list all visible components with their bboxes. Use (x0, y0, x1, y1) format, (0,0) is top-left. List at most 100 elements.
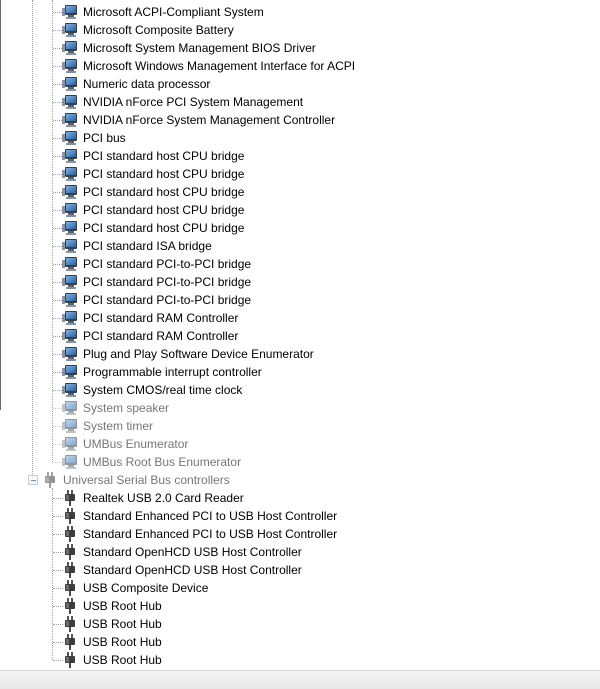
system-device-icon (62, 23, 78, 37)
device-label: USB Root Hub (83, 653, 162, 667)
system-device-icon (62, 329, 78, 343)
tree-connector (53, 624, 63, 625)
tree-connector (53, 282, 62, 283)
device-label: UMBus Enumerator (83, 437, 189, 451)
usb-plug-icon (64, 562, 76, 578)
tree-connector (53, 210, 62, 211)
system-device-icon (62, 293, 78, 307)
system-device-icon (62, 419, 78, 433)
device-label: System timer (83, 419, 154, 433)
tree-connector-root (32, 0, 33, 478)
tree-connector (53, 174, 62, 175)
system-device-icon (62, 167, 78, 181)
tree-connector-system (52, 0, 53, 462)
device-label: PCI standard host CPU bridge (83, 203, 245, 217)
device-label: Standard OpenHCD USB Host Controller (83, 563, 302, 577)
system-device-icon (62, 347, 78, 361)
tree-connector (53, 156, 62, 157)
device-label: PCI bus (83, 131, 126, 145)
tree-connector (53, 426, 62, 427)
device-label: UMBus Root Bus Enumerator (83, 455, 242, 469)
tree-connector (53, 228, 62, 229)
system-device-icon (62, 5, 78, 19)
tree-connector (53, 12, 62, 13)
device-label: Microsoft System Management BIOS Driver (83, 41, 316, 55)
system-device-icon (62, 275, 78, 289)
device-label: NVIDIA nForce PCI System Management (83, 95, 304, 109)
tree-connector (53, 534, 63, 535)
tree-connector (53, 102, 62, 103)
system-device-icon (62, 311, 78, 325)
device-label: PCI standard PCI-to-PCI bridge (83, 293, 252, 307)
usb-plug-icon (64, 652, 76, 668)
tree-connector (53, 84, 62, 85)
tree-connector (53, 246, 62, 247)
usb-plug-icon (64, 544, 76, 560)
device-label: PCI standard RAM Controller (83, 329, 239, 343)
tree-connector (53, 48, 62, 49)
device-label: System CMOS/real time clock (83, 383, 243, 397)
device-label: NVIDIA nForce System Management Controll… (83, 113, 336, 127)
device-label: Numeric data processor (83, 77, 211, 91)
horizontal-scrollbar[interactable] (0, 670, 600, 689)
system-device-icon (62, 113, 78, 127)
system-device-icon (62, 365, 78, 379)
device-label: USB Root Hub (83, 599, 162, 613)
tree-connector (53, 300, 62, 301)
system-device-icon (62, 149, 78, 163)
tree-connector (53, 336, 62, 337)
device-label: PCI standard host CPU bridge (83, 149, 245, 163)
system-device-icon (62, 203, 78, 217)
system-device-icon (62, 401, 78, 415)
device-label: USB Composite Device (83, 581, 209, 595)
category-label: Universal Serial Bus controllers (63, 473, 230, 487)
system-device-icon (62, 77, 78, 91)
device-label: PCI standard host CPU bridge (83, 221, 245, 235)
usb-plug-icon (64, 580, 76, 596)
tree-connector (53, 516, 63, 517)
usb-plug-icon (64, 598, 76, 614)
device-label: Microsoft Windows Management Interface f… (83, 59, 356, 73)
tree-connector (53, 642, 63, 643)
system-device-icon (62, 239, 78, 253)
device-label: PCI standard RAM Controller (83, 311, 239, 325)
tree-connector (53, 570, 63, 571)
device-label: Standard OpenHCD USB Host Controller (83, 545, 302, 559)
device-tree[interactable]: Microsoft ACPI-Compliant System Microsoft… (0, 0, 600, 670)
system-device-icon (62, 221, 78, 235)
tree-connector (53, 606, 63, 607)
device-label: Realtek USB 2.0 Card Reader (83, 491, 244, 505)
usb-plug-icon (64, 508, 76, 524)
device-label: PCI standard PCI-to-PCI bridge (83, 257, 252, 271)
tree-connector (53, 264, 62, 265)
device-label: PCI standard host CPU bridge (83, 167, 245, 181)
tree-connector (53, 318, 62, 319)
device-label: Microsoft Composite Battery (83, 23, 234, 37)
usb-plug-icon (64, 634, 76, 650)
tree-connector (53, 660, 63, 661)
device-label: Plug and Play Software Device Enumerator (83, 347, 314, 361)
device-label: Microsoft ACPI-Compliant System (83, 5, 264, 19)
system-device-icon (62, 185, 78, 199)
device-label: PCI standard PCI-to-PCI bridge (83, 275, 252, 289)
system-device-icon (62, 437, 78, 451)
device-label: PCI standard ISA bridge (83, 239, 212, 253)
tree-connector (53, 120, 62, 121)
device-label: Standard Enhanced PCI to USB Host Contro… (83, 509, 338, 523)
collapse-minus-icon[interactable] (28, 475, 38, 485)
tree-connector (53, 588, 63, 589)
device-label: USB Root Hub (83, 617, 162, 631)
tree-connector (53, 354, 62, 355)
tree-connector (53, 192, 62, 193)
system-device-icon (62, 131, 78, 145)
tree-connector (53, 372, 62, 373)
tree-connector (53, 408, 62, 409)
device-label: USB Root Hub (83, 635, 162, 649)
tree-connector (53, 462, 62, 463)
system-device-icon (62, 59, 78, 73)
usb-plug-icon (44, 472, 56, 488)
tree-connector (53, 30, 62, 31)
system-device-icon (62, 257, 78, 271)
tree-connector (53, 390, 62, 391)
system-device-icon (62, 95, 78, 109)
